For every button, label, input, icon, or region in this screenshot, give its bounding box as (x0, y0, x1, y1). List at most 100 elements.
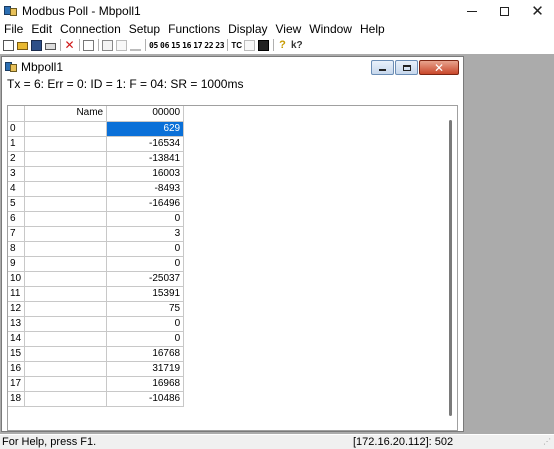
value-cell[interactable]: 31719 (106, 361, 185, 377)
plot-icon[interactable] (244, 39, 255, 51)
row-index[interactable]: 8 (8, 241, 26, 257)
child-minimize-button[interactable] (371, 60, 394, 75)
menu-help[interactable]: Help (356, 22, 389, 36)
mbpoll-window-icon[interactable] (5, 61, 17, 73)
save-icon[interactable] (31, 39, 42, 51)
name-cell[interactable] (24, 211, 108, 227)
row-index[interactable]: 12 (8, 301, 26, 317)
menu-file[interactable]: File (0, 22, 27, 36)
value-cell[interactable]: -16496 (106, 196, 185, 212)
help-icon[interactable]: ? (277, 39, 288, 51)
value-cell[interactable]: -10486 (106, 391, 185, 407)
value-cell[interactable]: 0 (106, 256, 185, 272)
vertical-scrollbar[interactable] (449, 120, 452, 416)
menu-setup[interactable]: Setup (125, 22, 164, 36)
value-cell[interactable]: 629 (106, 121, 185, 137)
connect-icon[interactable] (102, 39, 113, 51)
context-help-icon[interactable]: k? (291, 40, 303, 51)
resize-grip-icon[interactable]: ⋰ (543, 438, 551, 446)
value-cell[interactable]: 0 (106, 211, 185, 227)
name-cell[interactable] (24, 166, 108, 182)
row-index[interactable]: 4 (8, 181, 26, 197)
function-17-button[interactable]: 17 (193, 41, 202, 50)
value-cell[interactable]: 16968 (106, 376, 185, 392)
single-poll-icon[interactable] (130, 40, 141, 51)
name-cell[interactable] (24, 256, 108, 272)
menu-window[interactable]: Window (305, 22, 356, 36)
name-cell[interactable] (24, 121, 108, 137)
row-index[interactable]: 17 (8, 376, 26, 392)
function-22-button[interactable]: 22 (204, 41, 213, 50)
app-title-bar[interactable]: Modbus Poll - Mbpoll1 ✕ (0, 0, 554, 22)
modbus-poll-app-icon[interactable] (4, 5, 18, 17)
minimize-button[interactable] (455, 0, 488, 22)
row-index[interactable]: 10 (8, 271, 26, 287)
value-cell[interactable]: 0 (106, 331, 185, 347)
maximize-button[interactable] (488, 0, 521, 22)
function-06-button[interactable]: 06 (160, 41, 169, 50)
row-index[interactable]: 15 (8, 346, 26, 362)
name-cell[interactable] (24, 271, 108, 287)
name-cell[interactable] (24, 346, 108, 362)
menu-view[interactable]: View (272, 22, 306, 36)
new-document-icon[interactable] (3, 39, 14, 51)
row-index[interactable]: 11 (8, 286, 26, 302)
menu-functions[interactable]: Functions (164, 22, 224, 36)
name-cell[interactable] (24, 136, 108, 152)
value-cell[interactable]: 3 (106, 226, 185, 242)
function-16-button[interactable]: 16 (182, 41, 191, 50)
delete-icon[interactable]: ✕ (64, 39, 75, 51)
row-index[interactable]: 6 (8, 211, 26, 227)
function-05-button[interactable]: 05 (149, 41, 158, 50)
name-cell[interactable] (24, 301, 108, 317)
name-cell[interactable] (24, 196, 108, 212)
child-maximize-button[interactable] (395, 60, 418, 75)
value-cell[interactable]: 0 (106, 241, 185, 257)
menu-edit[interactable]: Edit (27, 22, 56, 36)
window-icon[interactable] (83, 39, 94, 51)
register-grid[interactable]: Name 00000 0 629 1 -16534 2 -13841 3 16003 4 -849… (7, 105, 458, 431)
row-index[interactable]: 3 (8, 166, 26, 182)
value-cell[interactable]: 15391 (106, 286, 185, 302)
row-index[interactable]: 14 (8, 331, 26, 347)
row-index[interactable]: 2 (8, 151, 26, 167)
name-cell[interactable] (24, 376, 108, 392)
close-button[interactable]: ✕ (521, 0, 554, 22)
open-folder-icon[interactable] (17, 42, 28, 50)
value-cell[interactable]: 75 (106, 301, 185, 317)
name-cell[interactable] (24, 241, 108, 257)
name-cell[interactable] (24, 361, 108, 377)
function-15-button[interactable]: 15 (171, 41, 180, 50)
row-index[interactable]: 16 (8, 361, 26, 377)
row-index[interactable]: 13 (8, 316, 26, 332)
value-cell[interactable]: -25037 (106, 271, 185, 287)
menu-connection[interactable]: Connection (56, 22, 125, 36)
print-icon[interactable] (45, 43, 56, 50)
function-23-button[interactable]: 23 (215, 41, 224, 50)
disconnect-icon[interactable] (116, 39, 127, 51)
row-index[interactable]: 1 (8, 136, 26, 152)
traffic-counter-button[interactable]: TC (231, 40, 242, 51)
value-cell[interactable]: 16003 (106, 166, 185, 182)
name-cell[interactable] (24, 286, 108, 302)
row-index[interactable]: 0 (8, 121, 26, 137)
row-index[interactable]: 5 (8, 196, 26, 212)
value-cell[interactable]: -8493 (106, 181, 185, 197)
name-cell[interactable] (24, 316, 108, 332)
name-cell[interactable] (24, 226, 108, 242)
menu-display[interactable]: Display (224, 22, 271, 36)
value-cell[interactable]: 0 (106, 316, 185, 332)
name-cell[interactable] (24, 331, 108, 347)
communication-monitor-icon[interactable] (258, 39, 269, 51)
row-index[interactable]: 9 (8, 256, 26, 272)
child-close-button[interactable]: ✕ (419, 60, 459, 75)
name-cell[interactable] (24, 391, 108, 407)
value-cell[interactable]: -16534 (106, 136, 185, 152)
name-cell[interactable] (24, 181, 108, 197)
row-index[interactable]: 18 (8, 391, 26, 407)
child-title-bar[interactable]: Mbpoll1 ✕ (2, 57, 463, 77)
address-column-header[interactable]: 00000 (106, 106, 185, 122)
row-index[interactable]: 7 (8, 226, 26, 242)
value-cell[interactable]: -13841 (106, 151, 185, 167)
name-cell[interactable] (24, 151, 108, 167)
